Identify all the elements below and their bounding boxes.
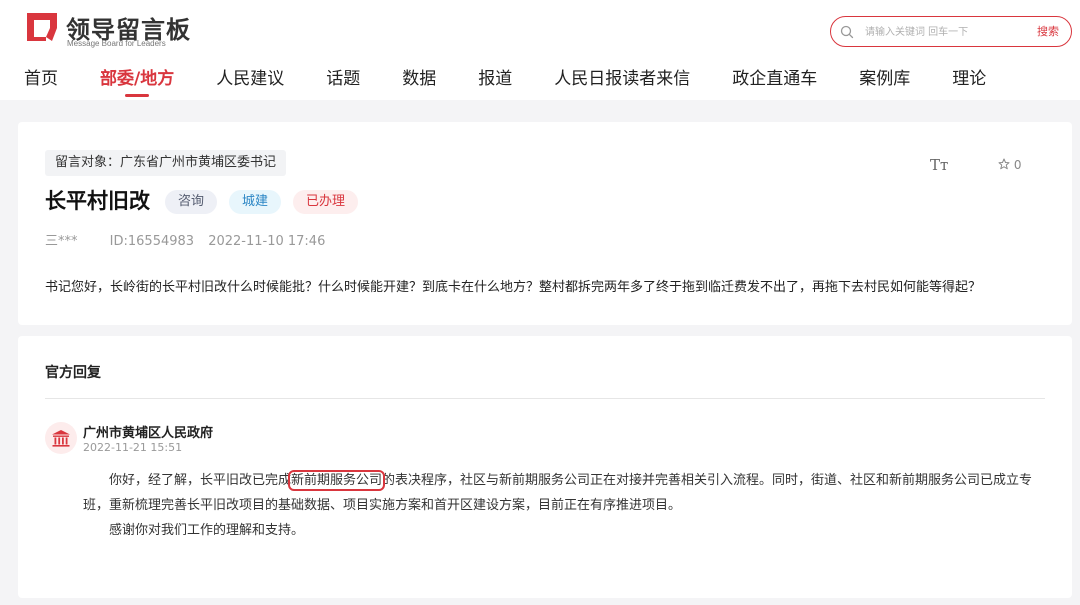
search-box: 搜索 [830,16,1072,47]
search-input[interactable] [865,22,1015,42]
reply-paragraph: 感谢你对我们工作的理解和支持。 [109,523,305,538]
reply-text: 你好，经了解，长平旧改已完成 [109,473,292,488]
nav-item-enterprise[interactable]: 政企直通车 [732,64,817,98]
nav-item-topics[interactable]: 话题 [326,64,360,98]
site-header: 领导留言板 Message Board for Leaders 搜索 首页 部委… [0,0,1080,100]
nav-item-ministries-local[interactable]: 部委/地方 [100,64,174,98]
author-name: 三*** [45,234,78,249]
reply-time: 2022-11-21 15:51 [83,441,183,454]
search-icon [840,25,854,39]
logo-mark-icon [27,13,57,41]
favorite-button[interactable]: 0 [998,158,1021,172]
nav-item-suggestions[interactable]: 人民建议 [216,64,284,98]
status-badge: 已办理 [293,190,359,214]
highlighted-text: 新前期服务公司 [288,470,386,491]
logo-subtitle: Message Board for Leaders [67,39,166,48]
reply-org-name: 广州市黄埔区人民政府 [83,426,214,441]
message-card: 留言对象：广东省广州市黄埔区委书记 Tт 0 长平村旧改 咨询 城建 已办理 三… [18,122,1072,325]
government-building-icon [45,422,77,454]
favorite-count: 0 [1013,158,1022,172]
message-id: ID:16554983 [109,234,195,249]
site-logo[interactable]: 领导留言板 Message Board for Leaders [24,10,194,48]
message-content: 书记您好，长岭街的长平村旧改什么时候能批？什么时候能开建？到底卡在什么地方？整村… [45,280,982,295]
message-meta: 三*** ID:16554983 2022-11-10 17:46 [45,230,325,249]
reply-paragraph: 你好，经了解，长平旧改已完成新前期服务公司的表决程序，社区与新前期服务公司正在对… [83,468,1058,518]
tag-consult: 咨询 [165,190,218,214]
nav-active-indicator [125,94,150,97]
nav-item-reports[interactable]: 报道 [478,64,512,98]
reply-content: 你好，经了解，长平旧改已完成新前期服务公司的表决程序，社区与新前期服务公司正在对… [83,468,1058,543]
reply-heading: 官方回复 [45,365,101,381]
message-target: 留言对象：广东省广州市黄埔区委书记 [45,150,287,176]
nav-item-cases[interactable]: 案例库 [859,64,910,98]
star-icon [998,158,1010,170]
message-title: 长平村旧改 [45,189,150,213]
nav-item-theory[interactable]: 理论 [952,64,986,98]
tag-urban-construction: 城建 [229,190,282,214]
nav-item-label: 部委/地方 [100,69,175,89]
nav-item-reader-letters[interactable]: 人民日报读者来信 [554,64,690,98]
nav-item-home[interactable]: 首页 [24,64,58,98]
search-button[interactable]: 搜索 [1037,23,1059,39]
nav-item-data[interactable]: 数据 [402,64,436,98]
font-size-icon[interactable]: Tт [930,156,948,174]
message-time: 2022-11-10 17:46 [208,234,326,249]
main-nav: 首页 部委/地方 人民建议 话题 数据 报道 人民日报读者来信 政企直通车 案例… [24,64,1028,98]
official-reply-card: 官方回复 广州市黄埔区人民政府 2022-11-21 15:51 你好，经了解，… [18,336,1072,598]
divider [45,398,1045,399]
